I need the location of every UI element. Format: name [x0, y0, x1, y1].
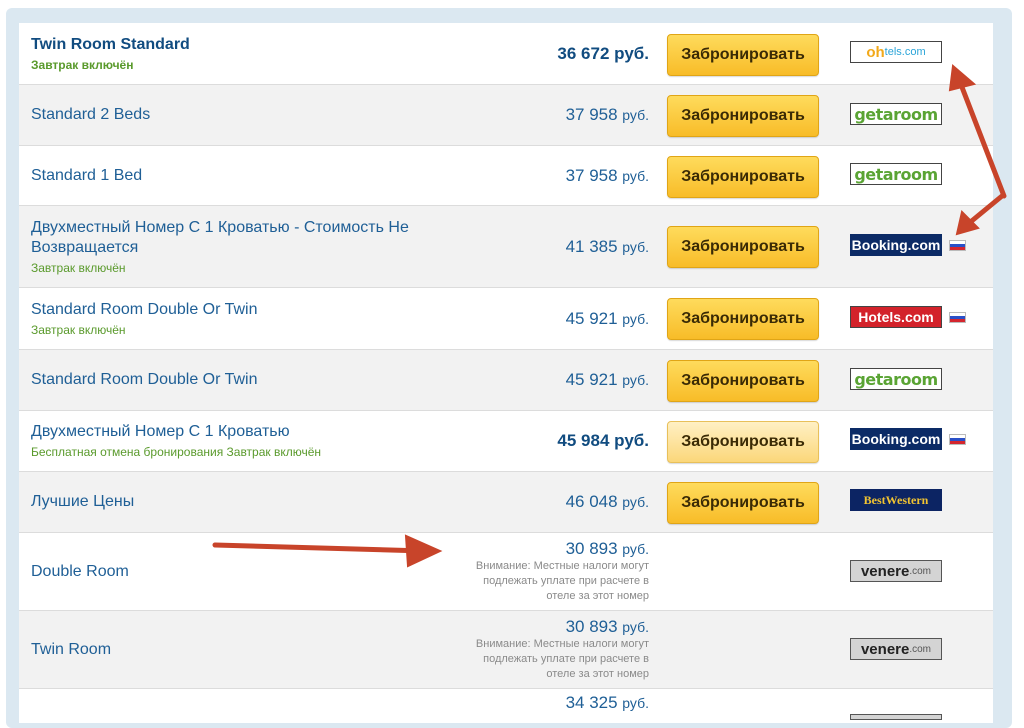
russian-flag-icon — [949, 434, 966, 445]
offer-row: Двухместный Номер С 1 Кроватью Бесплатна… — [19, 411, 993, 472]
price: 30 893 руб. — [565, 539, 649, 558]
book-button[interactable]: Забронировать — [667, 95, 819, 137]
provider-logo-hotels[interactable]: Hotels.com — [850, 306, 942, 328]
room-note: Завтрак включён — [31, 322, 126, 337]
offer-list: Twin Room Standard Завтрак включён 36 67… — [19, 23, 993, 723]
room-name[interactable]: Двухместный Номер С 1 Кроватью - Стоимос… — [31, 218, 471, 258]
offer-row: Standard 2 Beds 37 958 руб. Забронироват… — [19, 85, 993, 146]
book-button[interactable]: Забронировать — [667, 421, 819, 463]
book-button[interactable]: Забронировать — [667, 482, 819, 524]
provider-logo-bestwestern[interactable]: BestWestern — [850, 489, 942, 511]
room-name[interactable]: Standard Room Double Or Twin — [31, 370, 471, 390]
provider-logo-booking[interactable]: Booking.com — [850, 234, 942, 256]
offer-row: Лучшие Цены 46 048 руб. Забронировать Be… — [19, 472, 993, 533]
offer-row: Standard Room Double Or Twin 45 921 руб.… — [19, 350, 993, 411]
room-name[interactable]: Twin Room Standard — [31, 35, 471, 55]
provider-logo-booking[interactable]: Booking.com — [850, 428, 942, 450]
provider-logo-getaroom[interactable]: getaroom — [850, 368, 942, 390]
tax-warning: Внимание: Местные налоги могут подлежать… — [475, 638, 649, 680]
russian-flag-icon — [949, 312, 966, 323]
room-name[interactable]: Двухместный Номер С 1 Кроватью — [31, 422, 471, 442]
price: 41 385 руб. — [565, 236, 649, 256]
provider-logo-venere[interactable]: venere .com — [850, 560, 942, 582]
offer-row: Двухместный Номер С 1 Кроватью - Стоимос… — [19, 206, 993, 288]
room-name[interactable]: Standard Room Double Or Twin — [31, 300, 471, 320]
offer-row: Twin Room Standard Завтрак включён 36 67… — [19, 23, 993, 85]
book-button[interactable]: Забронировать — [667, 298, 819, 340]
room-note: Завтрак включён — [31, 260, 126, 275]
tax-warning: Внимание: Местные налоги могут подлежать… — [475, 560, 649, 602]
offer-row: 34 325 руб. — [19, 689, 993, 723]
book-button[interactable]: Забронировать — [667, 156, 819, 198]
price: 46 048 руб. — [565, 492, 649, 511]
provider-logo-ohotels[interactable]: oh tels .com — [850, 41, 942, 63]
russian-flag-icon — [949, 240, 966, 251]
book-button[interactable]: Забронировать — [667, 360, 819, 402]
price: 37 958 руб. — [565, 105, 649, 124]
price: 45 984 руб. — [557, 431, 649, 450]
room-name[interactable]: Double Room — [31, 562, 471, 582]
room-note: Завтрак включён — [31, 57, 134, 72]
provider-logo-venere[interactable]: venere .com — [850, 638, 942, 660]
offer-row: Standard 1 Bed 37 958 руб. Забронировать… — [19, 146, 993, 206]
price: 30 893 руб. — [565, 617, 649, 636]
price: 45 921 руб. — [565, 308, 649, 328]
price: 36 672 руб. — [557, 43, 649, 63]
room-name[interactable]: Twin Room — [31, 640, 471, 660]
offer-row: Standard Room Double Or Twin Завтрак вкл… — [19, 288, 993, 350]
price: 37 958 руб. — [565, 165, 649, 185]
room-name[interactable]: Standard 1 Bed — [31, 166, 471, 186]
provider-logo-venere[interactable] — [850, 714, 942, 720]
offer-row: Double Room 30 893 руб. Внимание: Местны… — [19, 533, 993, 611]
provider-logo-getaroom[interactable]: getaroom — [850, 103, 942, 125]
price: 45 921 руб. — [565, 370, 649, 389]
offer-row: Twin Room 30 893 руб. Внимание: Местные … — [19, 611, 993, 689]
room-name[interactable]: Лучшие Цены — [31, 492, 471, 512]
room-name[interactable]: Standard 2 Beds — [31, 105, 471, 125]
book-button[interactable]: Забронировать — [667, 34, 819, 76]
price: 34 325 руб. — [565, 693, 649, 712]
provider-logo-getaroom[interactable]: getaroom — [850, 163, 942, 185]
room-note: Бесплатная отмена бронирования Завтрак в… — [31, 445, 322, 459]
book-button[interactable]: Забронировать — [667, 226, 819, 268]
